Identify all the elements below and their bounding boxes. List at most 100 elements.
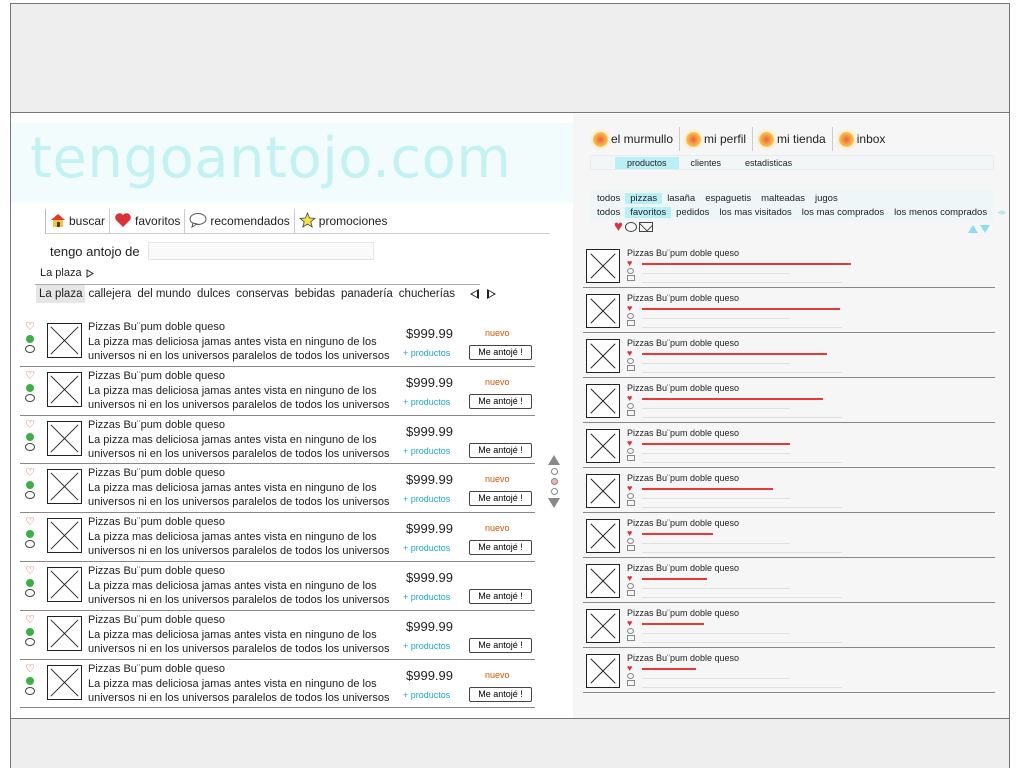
category-la-plaza[interactable]: La plaza — [36, 285, 86, 303]
tab-mi-perfil[interactable]: mi perfil — [679, 127, 752, 151]
store-product-title[interactable]: Pizzas Bu¨pum doble queso — [627, 563, 739, 573]
product-title[interactable]: Pizzas Bu¨pum doble queso — [88, 614, 225, 626]
comment-icon[interactable] — [25, 637, 35, 646]
prev-arrow-icon[interactable] — [470, 289, 480, 299]
filter-favoritos[interactable]: favoritos — [625, 206, 672, 218]
product-title[interactable]: Pizzas Bu¨pum doble queso — [88, 419, 225, 431]
filter-malteadas[interactable]: malteadas — [756, 193, 810, 204]
next-arrow-icon[interactable] — [487, 289, 497, 299]
product-image-placeholder[interactable] — [47, 371, 82, 407]
heart-icon[interactable]: ♥ — [614, 219, 623, 234]
more-products-link[interactable]: + productos — [403, 690, 450, 700]
filter-menos-comprados[interactable]: los menos comprados — [889, 207, 992, 218]
category-panaderia[interactable]: panadería — [338, 285, 396, 303]
heart-icon[interactable]: ♡ — [25, 419, 35, 431]
comment-icon[interactable] — [25, 540, 35, 549]
more-products-link[interactable]: + productos — [403, 397, 450, 407]
more-products-link[interactable]: + productos — [403, 592, 450, 602]
product-title[interactable]: Pizzas Bu¨pum doble queso — [88, 663, 225, 675]
me-antoje-button[interactable]: Me antojé ! — [469, 442, 532, 458]
store-product-title[interactable]: Pizzas Bu¨pum doble queso — [627, 653, 739, 663]
comment-icon[interactable] — [25, 588, 35, 597]
product-image-placeholder[interactable] — [47, 566, 82, 602]
store-product-title[interactable]: Pizzas Bu¨pum doble queso — [627, 383, 739, 393]
filter-espaguetis[interactable]: espaguetis — [700, 193, 756, 204]
more-products-link[interactable]: + productos — [403, 494, 450, 504]
product-image-placeholder[interactable] — [47, 664, 82, 700]
nav-promociones[interactable]: promociones — [293, 209, 392, 233]
store-product-title[interactable]: Pizzas Bu¨pum doble queso — [627, 338, 739, 348]
subtab-estadisticas[interactable]: estadisticas — [733, 157, 804, 169]
tab-mi-tienda[interactable]: mi tienda — [752, 127, 832, 151]
me-antoje-button[interactable]: Me antojé ! — [469, 345, 532, 360]
nav-favoritos[interactable]: favoritos — [109, 209, 184, 233]
product-title[interactable]: Pizzas Bu¨pum doble queso — [88, 467, 225, 479]
tab-inbox[interactable]: inbox — [831, 127, 892, 151]
page-dot-active[interactable] — [550, 478, 558, 485]
category-chucherias[interactable]: chucherías — [396, 285, 458, 303]
filter-pedidos[interactable]: pedidos — [671, 207, 714, 218]
heart-icon[interactable]: ♡ — [25, 663, 35, 675]
product-image-placeholder[interactable] — [586, 609, 620, 643]
product-image-placeholder[interactable] — [586, 564, 620, 598]
category-del-mundo[interactable]: del mundo — [134, 285, 194, 303]
category-callejera[interactable]: callejera — [85, 285, 134, 303]
comment-icon[interactable] — [25, 491, 35, 500]
filter-mas-visitados[interactable]: los mas visitados — [714, 207, 796, 218]
more-products-link[interactable]: + productos — [403, 348, 450, 358]
me-antoje-button[interactable]: Me antojé ! — [469, 588, 532, 604]
sort-up-icon[interactable] — [968, 225, 978, 233]
filter-mas-comprados[interactable]: los mas comprados — [797, 207, 889, 218]
me-antoje-button[interactable]: Me antojé ! — [469, 686, 532, 702]
product-image-placeholder[interactable] — [586, 654, 620, 688]
comment-icon[interactable] — [25, 393, 35, 402]
mail-icon[interactable] — [638, 222, 653, 232]
heart-icon[interactable]: ♡ — [25, 468, 35, 479]
heart-icon[interactable]: ♡ — [25, 370, 35, 382]
product-image-placeholder[interactable] — [586, 249, 620, 283]
scroll-down-arrow-icon[interactable] — [548, 498, 560, 508]
breadcrumb[interactable]: La plaza — [40, 267, 94, 279]
filter-todos[interactable]: todos — [592, 193, 625, 204]
product-image-placeholder[interactable] — [47, 420, 82, 456]
store-product-title[interactable]: Pizzas Bu¨pum doble queso — [627, 608, 739, 618]
me-antoje-button[interactable]: Me antojé ! — [469, 491, 532, 507]
subtab-productos[interactable]: productos — [615, 156, 679, 169]
heart-icon[interactable]: ♡ — [25, 565, 35, 577]
product-image-placeholder[interactable] — [47, 469, 82, 505]
sort-down-icon[interactable] — [980, 225, 990, 233]
product-image-placeholder[interactable] — [47, 518, 82, 554]
filter-lasana[interactable]: lasaña — [662, 193, 700, 204]
heart-icon[interactable]: ♡ — [25, 322, 35, 333]
store-product-title[interactable]: Pizzas Bu¨pum doble queso — [627, 518, 739, 528]
store-product-title[interactable]: Pizzas Bu¨pum doble queso — [627, 293, 739, 303]
category-dulces[interactable]: dulces — [194, 285, 233, 303]
filter-jugos[interactable]: jugos — [810, 193, 843, 204]
product-image-placeholder[interactable] — [586, 429, 620, 463]
product-image-placeholder[interactable] — [586, 519, 620, 553]
product-image-placeholder[interactable] — [586, 384, 620, 418]
comment-icon[interactable] — [25, 345, 35, 353]
category-bebidas[interactable]: bebidas — [292, 285, 338, 303]
store-product-title[interactable]: Pizzas Bu¨pum doble queso — [627, 473, 739, 483]
comment-icon[interactable] — [624, 222, 637, 232]
product-title[interactable]: Pizzas Bu¨pum doble queso — [88, 321, 225, 333]
scroll-up-arrow-icon[interactable] — [548, 455, 560, 465]
product-image-placeholder[interactable] — [586, 294, 620, 328]
product-image-placeholder[interactable] — [47, 615, 82, 651]
store-product-title[interactable]: Pizzas Bu¨pum doble queso — [627, 428, 739, 438]
subtab-clientes[interactable]: clientes — [679, 157, 734, 169]
me-antoje-button[interactable]: Me antojé ! — [469, 393, 532, 409]
me-antoje-button[interactable]: Me antojé ! — [469, 637, 532, 653]
product-title[interactable]: Pizzas Bu¨pum doble queso — [88, 370, 225, 382]
store-product-title[interactable]: Pizzas Bu¨pum doble queso — [627, 248, 739, 258]
nav-recomendados[interactable]: recomendados — [184, 209, 293, 233]
filter-todos-2[interactable]: todos — [592, 207, 625, 218]
page-dot[interactable] — [550, 488, 558, 495]
heart-icon[interactable]: ♡ — [25, 614, 35, 626]
filter-pizzas[interactable]: pizzas — [625, 192, 663, 204]
product-image-placeholder[interactable] — [47, 323, 82, 358]
more-products-link[interactable]: + productos — [403, 446, 450, 456]
product-image-placeholder[interactable] — [586, 474, 620, 508]
product-title[interactable]: Pizzas Bu¨pum doble queso — [88, 516, 225, 528]
